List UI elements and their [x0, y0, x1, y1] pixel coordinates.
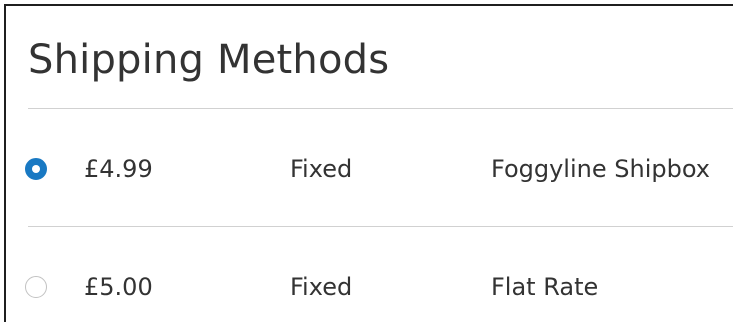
shipping-method-row-1[interactable]: £4.99 Fixed Foggyline Shipbox: [6, 142, 733, 198]
shipping-method-title: Fixed: [290, 273, 353, 301]
radio-button[interactable]: [25, 276, 47, 298]
shipping-price: £5.00: [84, 273, 153, 301]
divider: [28, 108, 733, 109]
shipping-carrier-title: Foggyline Shipbox: [491, 155, 710, 183]
radio-button-selected[interactable]: [25, 158, 47, 180]
shipping-carrier-title: Flat Rate: [491, 273, 599, 301]
shipping-method-row-2[interactable]: £5.00 Fixed Flat Rate: [6, 260, 733, 316]
shipping-methods-panel: Shipping Methods £4.99 Fixed Foggyline S…: [4, 4, 733, 322]
page-title: Shipping Methods: [28, 37, 390, 83]
shipping-method-title: Fixed: [290, 155, 353, 183]
divider: [28, 226, 733, 227]
shipping-price: £4.99: [84, 155, 153, 183]
